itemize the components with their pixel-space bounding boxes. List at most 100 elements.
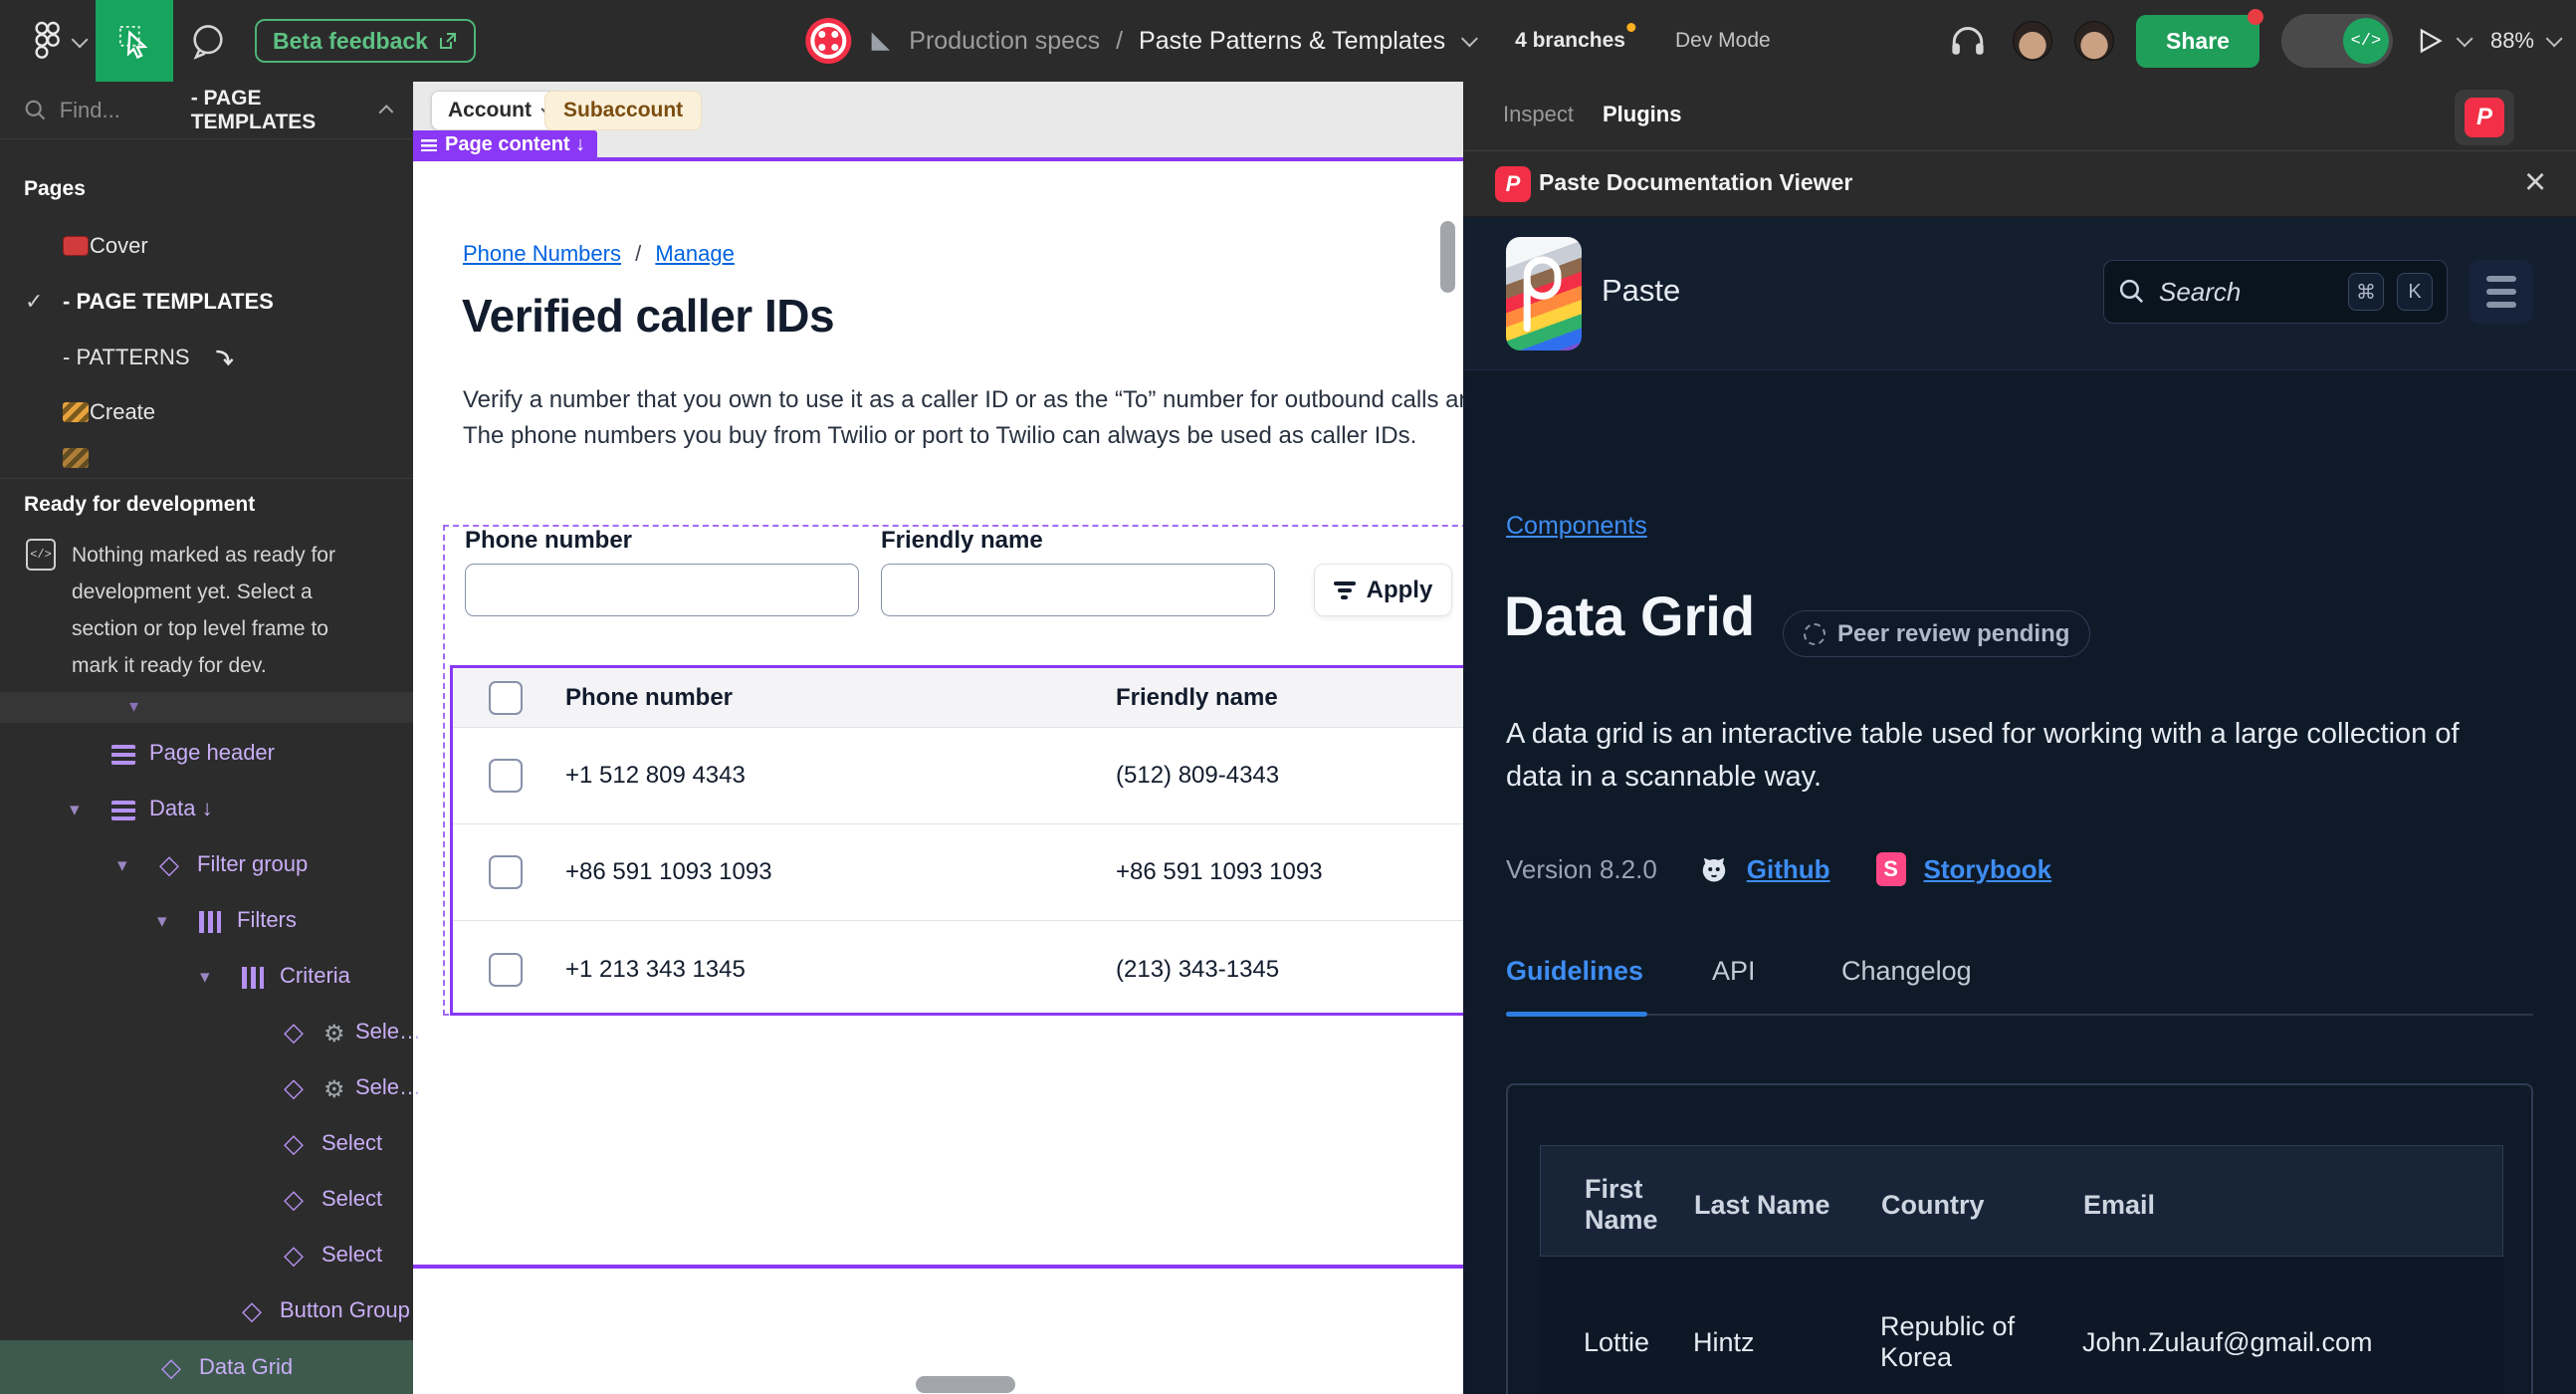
phone-number-input[interactable]: [465, 564, 859, 616]
select-all-checkbox[interactable]: [489, 680, 523, 715]
figma-menu-button[interactable]: [24, 20, 72, 62]
zoom-menu[interactable]: 88%: [2490, 28, 2563, 54]
row-checkbox[interactable]: [489, 952, 523, 987]
tab-changelog[interactable]: Changelog: [1841, 956, 1972, 987]
share-button[interactable]: Share: [2136, 8, 2263, 68]
close-plugin-icon[interactable]: ×: [2524, 159, 2546, 205]
layer-page-header[interactable]: Page header: [0, 726, 413, 782]
row-checkbox[interactable]: [489, 855, 523, 889]
design-canvas[interactable]: Account Subaccount Page content ↓ Phone …: [413, 82, 1463, 1394]
layer-filters[interactable]: ▾ Filters: [0, 893, 413, 949]
current-page-check-icon: ✓: [25, 289, 44, 314]
k-key-badge: K: [2397, 273, 2433, 311]
friendly-name-field-label: Friendly name: [881, 527, 1043, 554]
friendly-name-input[interactable]: [881, 564, 1275, 616]
github-link[interactable]: Github: [1747, 854, 1830, 885]
collaborator-avatar-1[interactable]: [2013, 21, 2053, 61]
frame-icon: [111, 801, 135, 820]
table-row[interactable]: +1 512 809 4343 (512) 809-4343: [453, 728, 1463, 824]
sidebar-page-cover[interactable]: Cover: [0, 218, 413, 274]
page-label: - PATTERNS: [63, 345, 190, 369]
frame-selection-border-top: [413, 157, 1463, 161]
layer-label: Page header: [149, 740, 275, 765]
layer-button-group[interactable]: ◇ Button Group: [0, 1283, 413, 1339]
example-data-grid: First Name Last Name Country Email Lotti…: [1540, 1145, 2503, 1394]
phone-number-column-header[interactable]: Phone number: [565, 684, 733, 712]
dev-mode-right-panel: Inspect Plugins P P Paste Documentation …: [1463, 82, 2576, 1394]
active-plugin-chip[interactable]: P: [2455, 90, 2514, 145]
present-button[interactable]: [2415, 26, 2473, 56]
expand-chevron-icon[interactable]: ▾: [200, 966, 210, 989]
sidebar-page-create[interactable]: Create: [0, 384, 413, 440]
file-breadcrumb: Production specs / Paste Patterns & Temp…: [805, 0, 1771, 82]
layer-row-partial[interactable]: ▾: [0, 692, 413, 723]
layer-data[interactable]: ▾ Data ↓: [0, 782, 413, 837]
grid-column-header[interactable]: Email: [2083, 1146, 2502, 1256]
frame-bars-icon: [421, 138, 437, 151]
sidebar-page-partial[interactable]: [0, 440, 413, 478]
apply-button[interactable]: Apply: [1314, 564, 1452, 616]
tab-guidelines[interactable]: Guidelines: [1506, 956, 1643, 987]
phone-numbers-link[interactable]: Phone Numbers: [463, 241, 621, 266]
tab-inspect[interactable]: Inspect: [1503, 102, 1574, 127]
layer-select-instance-1[interactable]: ◇ ⚙ Sele…: [0, 1005, 421, 1060]
doc-menu-button[interactable]: [2469, 260, 2533, 324]
select-tool-button[interactable]: [96, 0, 173, 82]
layer-select-1[interactable]: ◇ Select: [0, 1116, 413, 1172]
current-page-selector[interactable]: - PAGE TEMPLATES: [191, 87, 394, 134]
layer-criteria[interactable]: ▾ Criteria: [0, 949, 413, 1005]
subaccount-tab[interactable]: Subaccount: [544, 91, 703, 130]
tab-plugins[interactable]: Plugins: [1603, 102, 1681, 127]
project-name[interactable]: Production specs: [909, 27, 1100, 56]
grid-column-header[interactable]: Country: [1881, 1146, 2083, 1256]
branches-button[interactable]: 4 branches: [1515, 23, 1635, 53]
doc-search-box[interactable]: Search ⌘ K: [2103, 260, 2448, 324]
manage-link[interactable]: Manage: [655, 241, 735, 266]
layer-select-3[interactable]: ◇ Select: [0, 1228, 413, 1283]
audio-call-button[interactable]: [1945, 18, 1991, 64]
comment-tool-button[interactable]: [185, 20, 231, 62]
table-row[interactable]: +86 591 1093 1093 +86 591 1093 1093: [453, 824, 1463, 921]
paste-loop-glyph: [1523, 256, 1562, 333]
row-checkbox[interactable]: [489, 759, 523, 793]
expand-chevron-icon[interactable]: ▾: [117, 854, 127, 877]
page-label: Cover: [90, 233, 148, 258]
present-chevron-icon[interactable]: [2456, 30, 2473, 48]
instance-diamond-icon: ◇: [161, 1352, 181, 1382]
vertical-scrollbar-thumb[interactable]: [1440, 221, 1455, 293]
collaborator-avatar-2[interactable]: [2074, 21, 2115, 61]
dev-mode-toggle[interactable]: </>: [2280, 14, 2393, 68]
grid-row[interactable]: Lottie Hintz Republic of Korea John.Zula…: [1540, 1257, 2503, 1394]
table-row[interactable]: +1 213 343 1345 (213) 343-1345: [453, 921, 1463, 1018]
layer-filter-group[interactable]: ▾ ◇ Filter group: [0, 837, 413, 893]
grid-column-header[interactable]: First Name: [1541, 1146, 1694, 1256]
grid-column-header[interactable]: Last Name: [1694, 1146, 1881, 1256]
sidebar-page-patterns[interactable]: - PATTERNS: [0, 330, 413, 385]
faded-chevron-icon: ▾: [129, 696, 139, 716]
file-name[interactable]: Paste Patterns & Templates: [1139, 27, 1445, 56]
beta-feedback-badge[interactable]: Beta feedback: [255, 19, 476, 63]
toolbar-right-group: Share </> 88%: [1945, 0, 2563, 82]
layer-select-2[interactable]: ◇ Select: [0, 1172, 413, 1228]
layer-data-grid-selected[interactable]: ◇ Data Grid: [0, 1340, 413, 1394]
breadcrumb-separator: /: [635, 241, 642, 266]
components-breadcrumb-link[interactable]: Components: [1506, 512, 1647, 541]
frame-selection-label[interactable]: Page content ↓: [413, 130, 598, 159]
tab-api[interactable]: API: [1712, 956, 1756, 987]
horizontal-scrollbar-thumb[interactable]: [916, 1376, 1015, 1393]
find-input[interactable]: [59, 97, 179, 123]
sidebar-page-page-templates[interactable]: ✓ - PAGE TEMPLATES: [0, 274, 413, 330]
file-menu-chevron-icon[interactable]: [1460, 30, 1478, 48]
storybook-link[interactable]: Storybook: [1924, 854, 2052, 885]
plugin-header-band: Paste Search ⌘ K: [1463, 217, 2576, 370]
figma-menu-chevron-icon[interactable]: [71, 31, 89, 49]
friendly-name-column-header[interactable]: Friendly name: [1116, 684, 1278, 712]
page-thumbnail-icon: [63, 448, 89, 468]
beta-feedback-label: Beta feedback: [273, 27, 428, 54]
caller-id-table[interactable]: Phone number Friendly name +1 512 809 43…: [450, 665, 1463, 1016]
layer-select-instance-2[interactable]: ◇ ⚙ Sele…: [0, 1060, 421, 1116]
expand-chevron-icon[interactable]: ▾: [70, 799, 80, 821]
expand-chevron-icon[interactable]: ▾: [157, 910, 167, 933]
twilio-org-logo[interactable]: [805, 18, 852, 64]
left-sidebar: - PAGE TEMPLATES Pages Cover ✓ - PAGE TE…: [0, 82, 421, 1394]
